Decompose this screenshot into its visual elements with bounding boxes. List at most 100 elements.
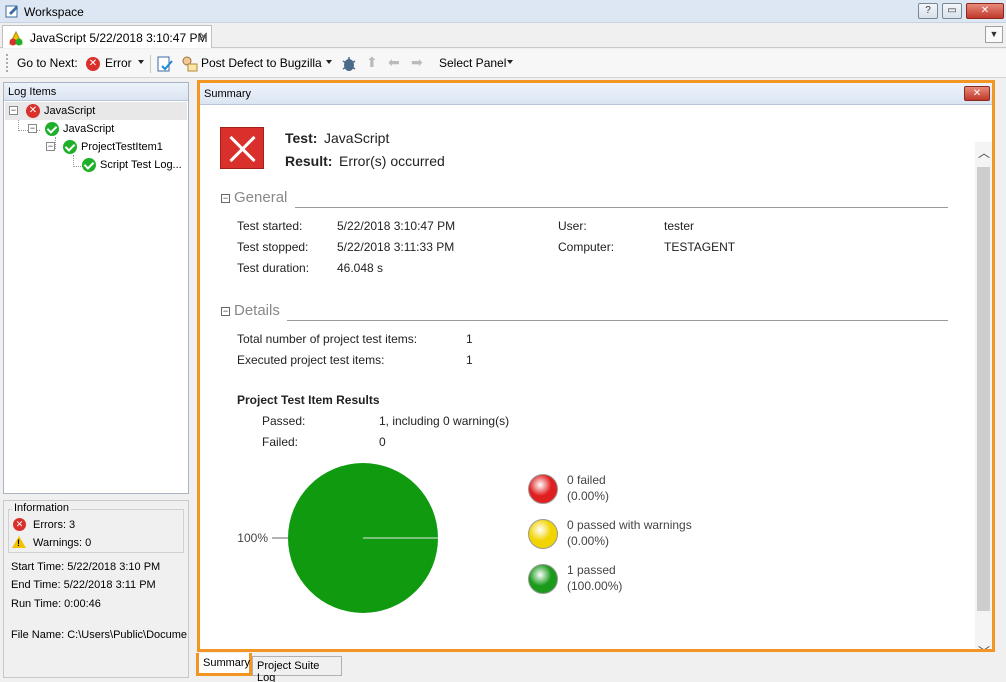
arrow-up-icon[interactable]: ⬆: [366, 54, 378, 71]
legend-swatch-icon: [528, 519, 558, 549]
collapse-icon[interactable]: −: [46, 142, 55, 151]
start-time: Start Time: 5/22/2018 3:10 PM: [11, 561, 161, 573]
executed-items-value: 1: [466, 353, 473, 367]
chevron-down-icon[interactable]: [507, 60, 513, 64]
doc-tab-javascript[interactable]: JavaScript 5/22/2018 3:10:47 PM ✕: [2, 25, 212, 48]
log-check-icon[interactable]: [156, 55, 174, 73]
file-name-wrap: File Name: C:\Users\Public\Documen: [11, 627, 187, 641]
warnings-count: Warnings: 0: [33, 537, 92, 549]
window-title: Workspace: [24, 5, 84, 19]
tree-item-script-test-log[interactable]: Script Test Log...: [5, 156, 187, 174]
errors-count: Errors: 3: [33, 519, 76, 531]
error-icon: ✕: [86, 57, 100, 71]
information-legend: Information: [12, 502, 72, 514]
section-rule: [287, 320, 948, 321]
passed-value: 1, including 0 warning(s): [379, 414, 510, 428]
tab-project-suite-log[interactable]: Project Suite Log: [252, 656, 342, 682]
section-rule: [295, 207, 948, 208]
go-to-next-label: Go to Next:: [17, 56, 78, 70]
user-label: User:: [558, 219, 587, 233]
doc-tab-label: JavaScript 5/22/2018 3:10:47 PM: [30, 31, 208, 45]
restore-button[interactable]: ▭: [942, 3, 962, 19]
vertical-scrollbar[interactable]: ︿ ﹀: [975, 142, 992, 649]
passed-status-icon: [45, 122, 59, 136]
legend-percent: (100.00%): [567, 579, 623, 593]
pie-slice-label: 100%: [237, 531, 268, 545]
close-window-button[interactable]: ✕: [966, 3, 1004, 19]
bottom-tab-strip: Summary Project Suite Log: [196, 653, 996, 682]
post-defect-button[interactable]: Post Defect to Bugzilla: [201, 56, 322, 70]
toolbar: Go to Next: ✕ Error Post Defect to Bugzi…: [0, 49, 1006, 78]
close-tab-icon[interactable]: ✕: [198, 29, 209, 45]
total-items-label: Total number of project test items:: [237, 332, 418, 346]
collapse-icon[interactable]: −: [9, 106, 18, 115]
test-started-value: 5/22/2018 3:10:47 PM: [337, 219, 456, 233]
test-started-label: Test started:: [237, 219, 303, 233]
test-log-error-icon: [9, 30, 23, 46]
passed-label: Passed:: [262, 414, 306, 428]
computer-label: Computer:: [558, 240, 615, 254]
file-name: File Name: C:\Users\Public\Documen: [11, 629, 187, 641]
summary-panel: Summary ✕ Test: JavaScript Result: Error…: [197, 80, 995, 652]
scroll-thumb[interactable]: [977, 167, 990, 611]
collapse-icon[interactable]: −: [28, 124, 37, 133]
summary-panel-title: Summary: [204, 88, 252, 100]
test-stopped-label: Test stopped:: [237, 240, 309, 254]
tab-summary[interactable]: Summary: [196, 653, 252, 676]
post-defect-icon[interactable]: [180, 55, 198, 73]
tree-item-javascript-root[interactable]: − ✕ JavaScript: [5, 102, 187, 120]
help-button[interactable]: ?: [918, 3, 938, 19]
computer-value: TESTAGENT: [664, 240, 736, 254]
passed-status-icon: [82, 158, 96, 172]
legend-label: 0 failed: [567, 473, 606, 487]
workspace-icon: [5, 5, 18, 18]
arrow-right-icon[interactable]: ➡: [411, 54, 423, 71]
tree-item-label: ProjectTestItem1: [81, 141, 163, 153]
arrow-left-icon[interactable]: ⬅: [388, 54, 400, 71]
results-pie-chart: 100%: [237, 463, 438, 613]
tree-item-project-test-item[interactable]: − ProjectTestItem1: [5, 138, 187, 156]
legend-swatch-icon: [528, 474, 558, 504]
results-title: Project Test Item Results: [237, 393, 380, 407]
chevron-down-icon[interactable]: [326, 60, 332, 64]
tree-item-label: Script Test Log...: [100, 159, 182, 171]
test-duration-label: Test duration:: [237, 261, 310, 275]
tree-item-label: JavaScript: [63, 123, 115, 135]
tree-item-javascript[interactable]: − JavaScript: [5, 120, 187, 138]
tab-list-dropdown[interactable]: ▼: [985, 26, 1003, 43]
warning-icon: [12, 536, 26, 548]
error-icon: ✕: [13, 518, 26, 531]
information-panel: Information ✕ Errors: 3 Warnings: 0 Star…: [3, 500, 189, 678]
test-value: JavaScript: [324, 130, 390, 146]
test-stopped-value: 5/22/2018 3:11:33 PM: [337, 240, 455, 254]
log-items-header: Log Items: [4, 83, 188, 101]
error-filter-dropdown[interactable]: Error: [105, 56, 132, 70]
result-error-icon: [220, 127, 264, 169]
end-time: End Time: 5/22/2018 3:11 PM: [11, 579, 156, 591]
error-status-icon: ✕: [26, 104, 40, 118]
legend-label: 1 passed: [567, 563, 616, 577]
result-label: Result:: [285, 153, 333, 169]
summary-content: Test: JavaScript Result: Error(s) occurr…: [200, 106, 992, 649]
scroll-down-icon[interactable]: ﹀: [978, 643, 990, 649]
legend-percent: (0.00%): [567, 534, 610, 548]
chevron-down-icon[interactable]: [138, 60, 144, 64]
details-collapse-icon[interactable]: −: [221, 307, 230, 316]
general-title: General: [234, 189, 288, 206]
test-label: Test:: [285, 130, 318, 146]
general-collapse-icon[interactable]: −: [221, 194, 230, 203]
select-panel-button[interactable]: Select Panel: [439, 56, 506, 70]
document-tab-strip: JavaScript 5/22/2018 3:10:47 PM ✕ ▼: [0, 23, 1006, 48]
legend-percent: (0.00%): [567, 489, 610, 503]
user-value: tester: [664, 219, 695, 233]
log-items-panel: Log Items − ✕ JavaScript − JavaScript − …: [3, 82, 189, 494]
bug-icon[interactable]: [340, 55, 358, 73]
legend-label: 0 passed with warnings: [567, 518, 692, 532]
test-duration-value: 46.048 s: [337, 261, 384, 275]
toolbar-grip[interactable]: [6, 54, 9, 72]
toolbar-separator: [150, 55, 151, 73]
close-panel-button[interactable]: ✕: [964, 86, 990, 101]
scroll-up-icon[interactable]: ︿: [978, 144, 990, 161]
window-title-bar: Workspace ? ▭ ✕: [0, 0, 1006, 23]
total-items-value: 1: [466, 332, 473, 346]
